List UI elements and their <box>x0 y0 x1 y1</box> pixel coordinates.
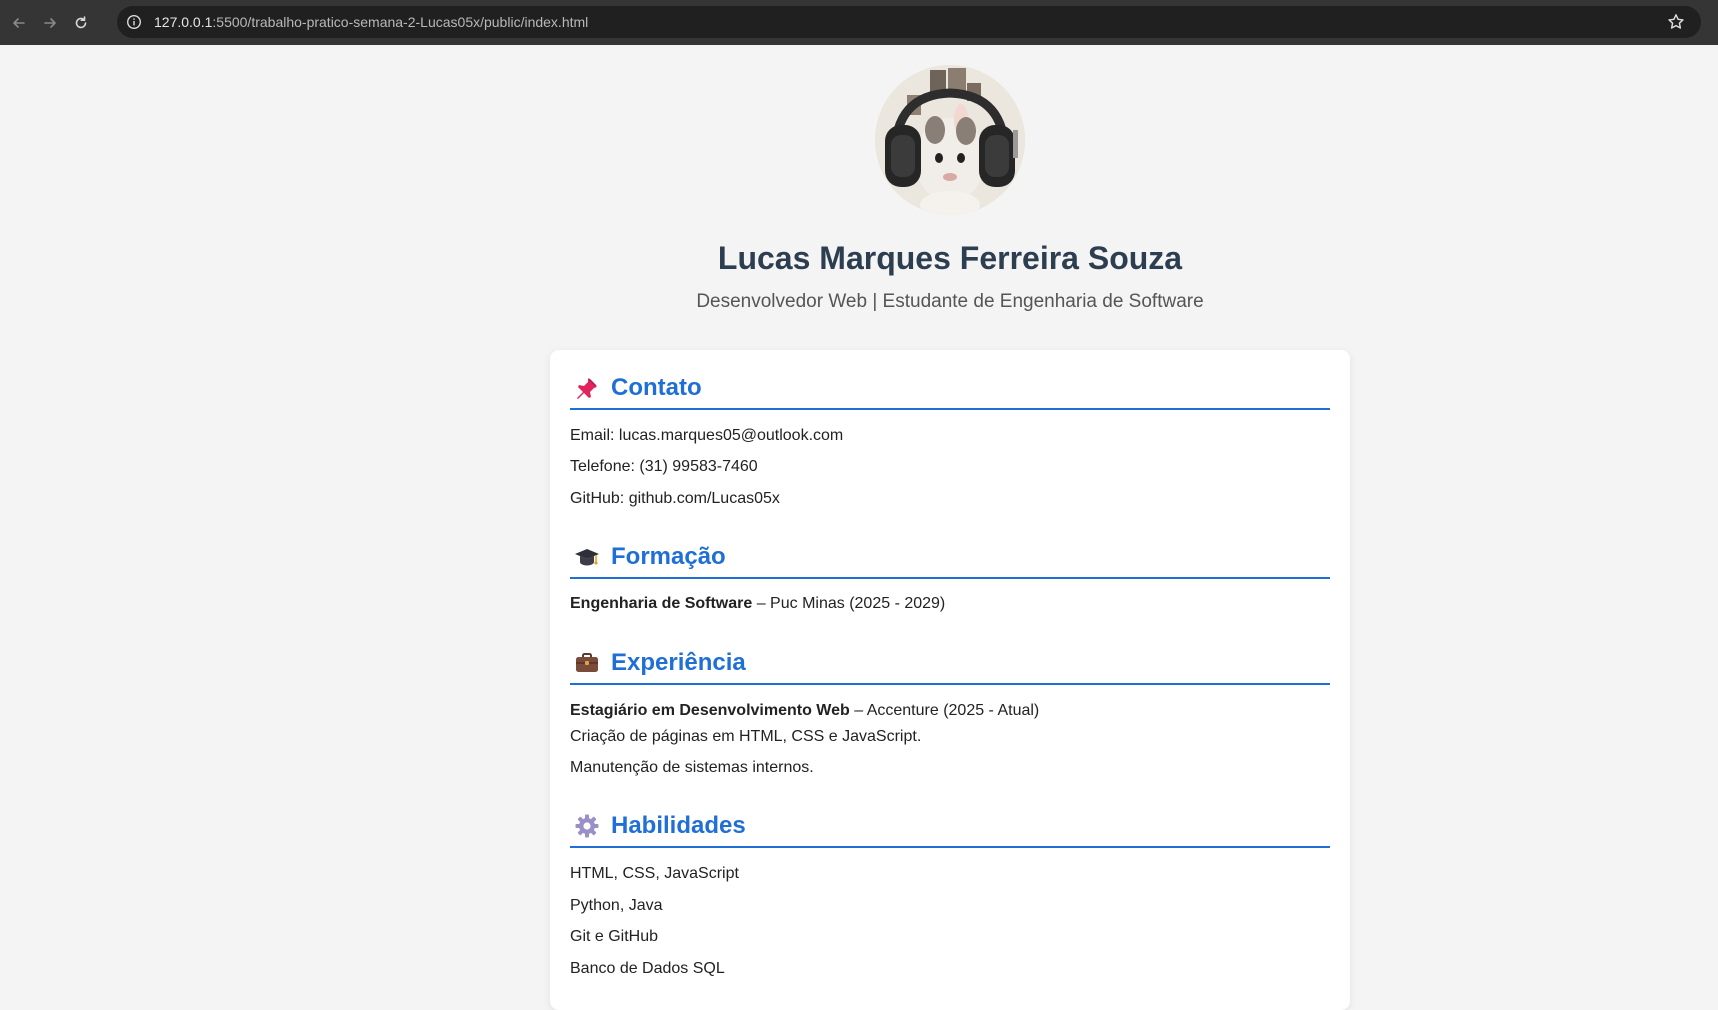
experience-entry: Estagiário em Desenvolvimento Web – Acce… <box>570 701 1039 721</box>
contact-phone: Telefone: (31) 99583-7460 <box>570 458 758 475</box>
site-info-icon[interactable] <box>125 13 143 31</box>
graduation-cap-icon <box>572 542 602 572</box>
address-bar[interactable]: 127.0.0.1:5500/trabalho-pratico-semana-2… <box>117 6 1701 38</box>
page-title: Lucas Marques Ferreira Souza <box>717 240 1183 276</box>
education-detail: – Puc Minas (2025 - 2029) <box>752 595 946 612</box>
list-item: Criação de páginas em HTML, CSS e JavaSc… <box>570 728 922 745</box>
education-course: Engenharia de Software <box>570 595 753 612</box>
section-title: Habilidades <box>611 812 746 839</box>
bookmark-star-icon[interactable] <box>1667 13 1685 31</box>
section-header: Habilidades <box>570 806 1330 848</box>
pushpin-icon <box>572 373 602 403</box>
briefcase-icon <box>572 648 602 678</box>
section-header: Formação <box>570 537 1330 579</box>
experience-role: Estagiário em Desenvolvimento Web <box>570 702 850 719</box>
section-formacao: Formação Engenharia de Software – Puc Mi… <box>570 537 1330 612</box>
forward-arrow-icon[interactable] <box>38 11 62 35</box>
list-item: Manutenção de sistemas internos. <box>570 759 814 776</box>
section-header: Contato <box>570 368 1330 410</box>
education-entry: Engenharia de Software – Puc Minas (2025… <box>570 594 945 614</box>
experience-detail: – Accenture (2025 - Atual) <box>849 702 1040 719</box>
list-item: Git e GitHub <box>570 928 659 945</box>
contact-github: GitHub: github.com/Lucas05x <box>570 490 780 507</box>
gear-icon <box>572 811 602 841</box>
url-text: 127.0.0.1:5500/trabalho-pratico-semana-2… <box>154 14 588 30</box>
resume-card: Contato Email: lucas.marques05@outlook.c… <box>550 350 1350 1010</box>
section-title: Contato <box>611 374 702 401</box>
list-item: HTML, CSS, JavaScript <box>570 865 739 882</box>
section-experiencia: Experiência Estagiário em Desenvolviment… <box>570 643 1330 776</box>
profile-avatar <box>875 65 1025 215</box>
list-item: Python, Java <box>570 897 663 914</box>
url-host: 127.0.0.1 <box>154 14 213 30</box>
section-title: Experiência <box>611 649 746 676</box>
section-habilidades: Habilidades HTML, CSS, JavaScript Python… <box>570 806 1330 977</box>
url-path: :5500/trabalho-pratico-semana-2-Lucas05x… <box>212 14 589 30</box>
reload-icon[interactable] <box>69 11 93 35</box>
browser-toolbar: 127.0.0.1:5500/trabalho-pratico-semana-2… <box>0 0 1718 45</box>
section-header: Experiência <box>570 643 1330 685</box>
page-subtitle: Desenvolvedor Web | Estudante de Engenha… <box>696 291 1204 312</box>
section-title: Formação <box>611 543 726 570</box>
list-item: Banco de Dados SQL <box>570 960 725 977</box>
contact-email: Email: lucas.marques05@outlook.com <box>570 427 844 444</box>
section-contato: Contato Email: lucas.marques05@outlook.c… <box>570 368 1330 507</box>
back-arrow-icon[interactable] <box>7 11 31 35</box>
